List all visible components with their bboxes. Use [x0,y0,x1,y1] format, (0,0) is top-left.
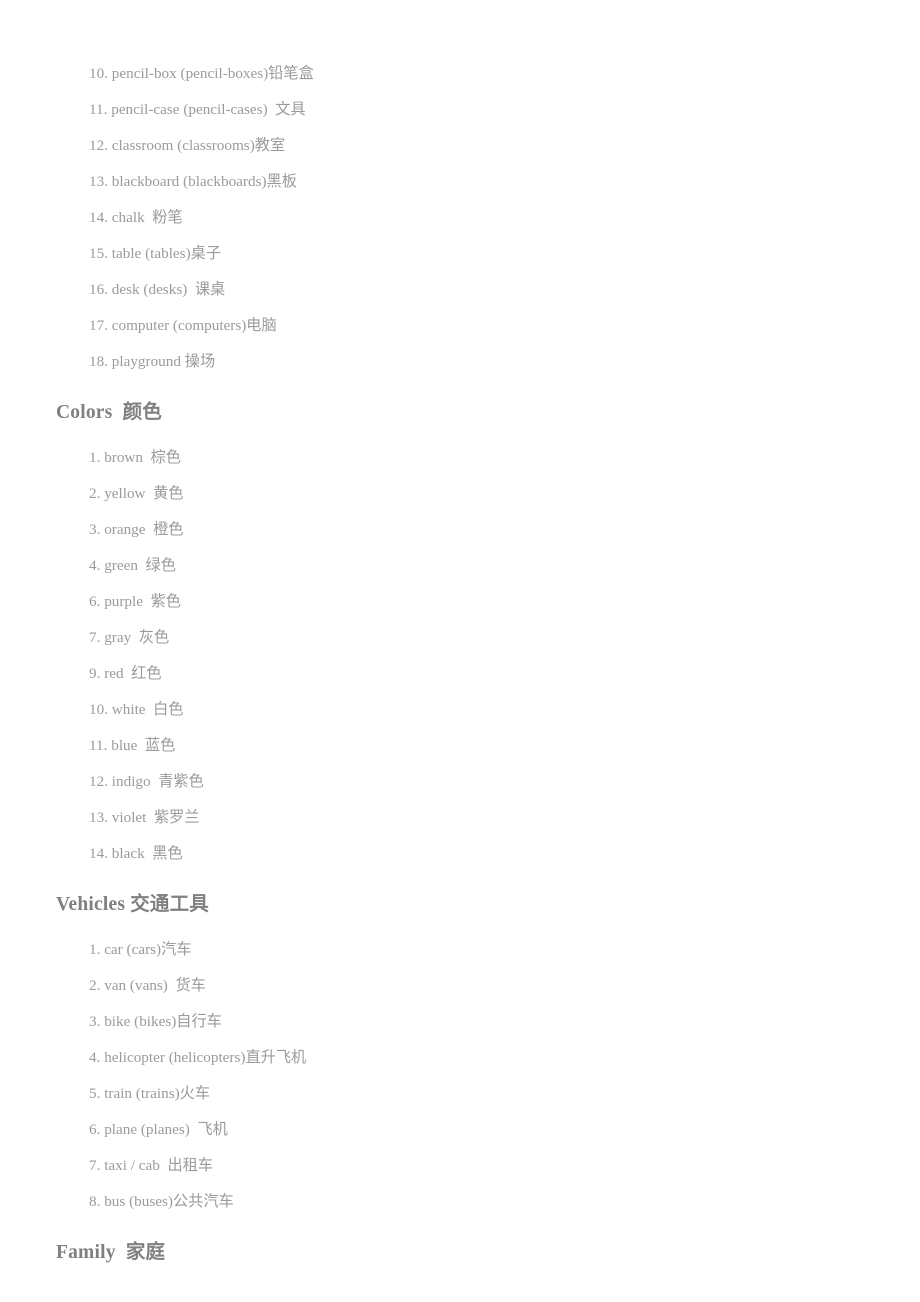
list-item-number: 10. [89,65,108,82]
list-item: 12. classroom (classrooms)教室 [56,128,860,164]
list-item-text: van (vans) 货车 [100,977,206,994]
list-item-text: plane (planes) 飞机 [100,1121,228,1138]
list-item-number: 7. [89,1157,101,1174]
list-item-text: black 黑色 [107,845,183,862]
list-item-number: 11. [89,737,108,754]
list-item-number: 6. [89,1121,101,1138]
list-item-text: helicopter (helicopters)直升飞机 [100,1049,307,1066]
list-item: 4. helicopter (helicopters)直升飞机 [56,1040,860,1076]
list-item-number: 1. [89,449,101,466]
list-item-number: 4. [89,1049,101,1066]
list-item-number: 12. [89,137,108,154]
list-item: 13. blackboard (blackboards)黑板 [56,164,860,200]
list-item: 3. orange 橙色 [56,512,860,548]
section-heading-family: Family 家庭 [56,1242,166,1263]
list-item: 18. playground 操场 [56,344,860,380]
list-item-text: bus (buses)公共汽车 [100,1193,234,1210]
list-item-text: yellow 黄色 [100,485,184,502]
list-item-number: 18. [89,353,108,370]
list-item-text: taxi / cab 出租车 [100,1157,214,1174]
list-item-number: 2. [89,485,101,502]
list-item-text: red 红色 [100,665,162,682]
list-item: 7. taxi / cab 出租车 [56,1148,860,1184]
list-item-text: table (tables)桌子 [107,245,222,262]
list-item-number: 13. [89,809,108,826]
list-item-number: 4. [89,557,101,574]
list-item: 1. car (cars)汽车 [56,932,860,968]
list-item-number: 8. [89,1193,101,1210]
list-item: 10. white 白色 [56,692,860,728]
list-vehicles: 1. car (cars)汽车 2. van (vans) 货车 3. bike… [56,932,860,1220]
list-item-number: 3. [89,1013,101,1030]
list-school-things: 10. pencil-box (pencil-boxes)铅笔盒 11. pen… [56,56,860,380]
document-body: 10. pencil-box (pencil-boxes)铅笔盒 11. pen… [56,56,860,1268]
list-item-number: 16. [89,281,108,298]
list-item: 4. green 绿色 [56,548,860,584]
list-item-text: purple 紫色 [100,593,181,610]
list-item: 13. violet 紫罗兰 [56,800,860,836]
list-item-text: playground 操场 [107,353,216,370]
list-item: 6. plane (planes) 飞机 [56,1112,860,1148]
list-item: 10. pencil-box (pencil-boxes)铅笔盒 [56,56,860,92]
list-item: 16. desk (desks) 课桌 [56,272,860,308]
list-item-number: 17. [89,317,108,334]
list-item-number: 14. [89,209,108,226]
list-item-text: blue 蓝色 [107,737,176,754]
list-item: 14. chalk 粉笔 [56,200,860,236]
list-item-number: 13. [89,173,108,190]
list-item: 2. van (vans) 货车 [56,968,860,1004]
list-item-text: violet 紫罗兰 [107,809,200,826]
list-item: 9. red 红色 [56,656,860,692]
list-item-text: gray 灰色 [100,629,170,646]
list-item-text: desk (desks) 课桌 [107,281,226,298]
list-item: 8. bus (buses)公共汽车 [56,1184,860,1220]
list-item: 14. black 黑色 [56,836,860,872]
list-item-text: pencil-case (pencil-cases) 文具 [107,101,306,118]
list-item: 17. computer (computers)电脑 [56,308,860,344]
list-item-text: computer (computers)电脑 [107,317,277,334]
list-item-number: 11. [89,101,108,118]
list-item-text: blackboard (blackboards)黑板 [107,173,297,190]
list-item-number: 2. [89,977,101,994]
list-item-text: chalk 粉笔 [107,209,183,226]
section-heading-vehicles: Vehicles 交通工具 [56,894,210,915]
list-item: 7. gray 灰色 [56,620,860,656]
list-item-number: 7. [89,629,101,646]
list-colors: 1. brown 棕色 2. yellow 黄色 3. orange 橙色 4.… [56,440,860,872]
list-item-text: white 白色 [107,701,184,718]
list-item: 6. purple 紫色 [56,584,860,620]
list-item-number: 3. [89,521,101,538]
list-item: 15. table (tables)桌子 [56,236,860,272]
list-item: 1. brown 棕色 [56,440,860,476]
list-item-text: car (cars)汽车 [100,941,192,958]
list-item-number: 14. [89,845,108,862]
section-heading-colors: Colors 颜色 [56,402,162,423]
list-item-text: classroom (classrooms)教室 [107,137,286,154]
list-item: 3. bike (bikes)自行车 [56,1004,860,1040]
list-item: 12. indigo 青紫色 [56,764,860,800]
list-item: 11. pencil-case (pencil-cases) 文具 [56,92,860,128]
list-item-text: orange 橙色 [100,521,184,538]
list-item-number: 1. [89,941,101,958]
list-item: 2. yellow 黄色 [56,476,860,512]
list-item-number: 9. [89,665,101,682]
list-item-number: 15. [89,245,108,262]
list-item: 11. blue 蓝色 [56,728,860,764]
list-item-text: brown 棕色 [100,449,181,466]
list-item-text: indigo 青紫色 [107,773,204,790]
list-item-number: 5. [89,1085,101,1102]
list-item-text: train (trains)火车 [100,1085,211,1102]
list-item-number: 12. [89,773,108,790]
list-item-number: 10. [89,701,108,718]
document-page: 10. pencil-box (pencil-boxes)铅笔盒 11. pen… [0,0,920,1302]
list-item-number: 6. [89,593,101,610]
list-item-text: bike (bikes)自行车 [100,1013,222,1030]
list-item-text: pencil-box (pencil-boxes)铅笔盒 [107,65,314,82]
list-item: 5. train (trains)火车 [56,1076,860,1112]
list-item-text: green 绿色 [100,557,176,574]
